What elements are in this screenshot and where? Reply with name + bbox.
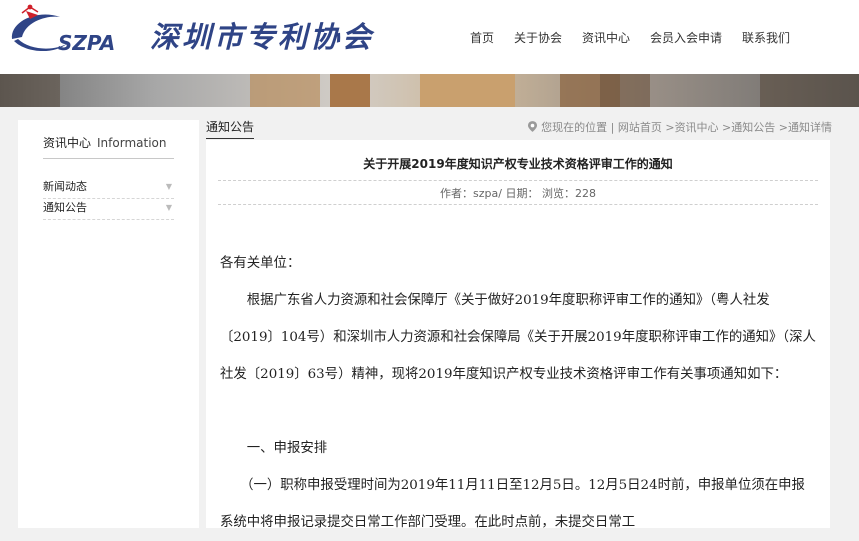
- nav-membership[interactable]: 会员入会申请: [650, 29, 722, 46]
- breadcrumb-notices[interactable]: 通知公告: [731, 121, 775, 134]
- section-tab-notices[interactable]: 通知公告: [206, 118, 255, 139]
- breadcrumb: 您现在的位置 | 网站首页 >资讯中心 >通知公告 >通知详情: [528, 119, 832, 135]
- breadcrumb-news-center[interactable]: 资讯中心: [675, 121, 719, 134]
- article-paragraph: （一）职称申报受理时间为2019年11月11日至12月5日。12月5日24时前，…: [220, 478, 805, 530]
- sidebar-item-news[interactable]: 新闻动态 ▼: [43, 178, 174, 199]
- sidebar-title-en: Information: [97, 136, 167, 150]
- breadcrumb-prefix: 您现在的位置: [541, 121, 608, 134]
- sidebar-item-notices[interactable]: 通知公告 ▼: [43, 199, 174, 220]
- szpa-logo[interactable]: SZPA: [8, 3, 140, 59]
- breadcrumb-bar: 通知公告 您现在的位置 | 网站首页 >资讯中心 >通知公告 >通知详情: [206, 118, 859, 139]
- location-pin-icon: [528, 121, 538, 132]
- sidebar-title-divider: [43, 158, 174, 159]
- sidebar: 资讯中心 Information 新闻动态 ▼ 通知公告 ▼: [18, 120, 199, 528]
- chevron-down-icon: ▼: [165, 203, 172, 212]
- article-salutation: 各有关单位：: [220, 256, 301, 271]
- header-banner-image: [0, 74, 859, 107]
- nav-about[interactable]: 关于协会: [514, 29, 562, 46]
- article-panel: 关于开展2019年度知识产权专业技术资格评审工作的通知 作者：szpa/ 日期：…: [206, 140, 830, 530]
- sidebar-title: 资讯中心 Information: [43, 134, 166, 151]
- article-heading: 一、申报安排: [220, 441, 328, 456]
- article-paragraph: 根据广东省人力资源和社会保障厅《关于做好2019年度职称评审工作的通知》（粤人社…: [220, 293, 816, 382]
- article-title: 关于开展2019年度知识产权专业技术资格评审工作的通知: [363, 157, 673, 171]
- breadcrumb-home[interactable]: 网站首页: [618, 121, 662, 134]
- meta-divider: [218, 204, 818, 205]
- sidebar-title-cn: 资讯中心: [43, 136, 92, 150]
- article-meta: 作者：szpa/ 日期： 浏览：228: [440, 187, 596, 200]
- site-name: 深圳市专利协会: [150, 20, 375, 54]
- sidebar-item-label: 新闻动态: [43, 180, 87, 193]
- site-header: SZPA 深圳市专利协会 首页 关于协会 资讯中心 会员入会申请 联系我们: [0, 0, 859, 74]
- title-divider: [218, 180, 818, 181]
- nav-news-center[interactable]: 资讯中心: [582, 29, 630, 46]
- breadcrumb-detail[interactable]: 通知详情: [788, 121, 832, 134]
- sidebar-item-label: 通知公告: [43, 201, 87, 214]
- logo-text: SZPA: [58, 31, 115, 55]
- nav-contact[interactable]: 联系我们: [742, 29, 790, 46]
- nav-home[interactable]: 首页: [470, 29, 494, 46]
- chevron-down-icon: ▼: [165, 182, 172, 191]
